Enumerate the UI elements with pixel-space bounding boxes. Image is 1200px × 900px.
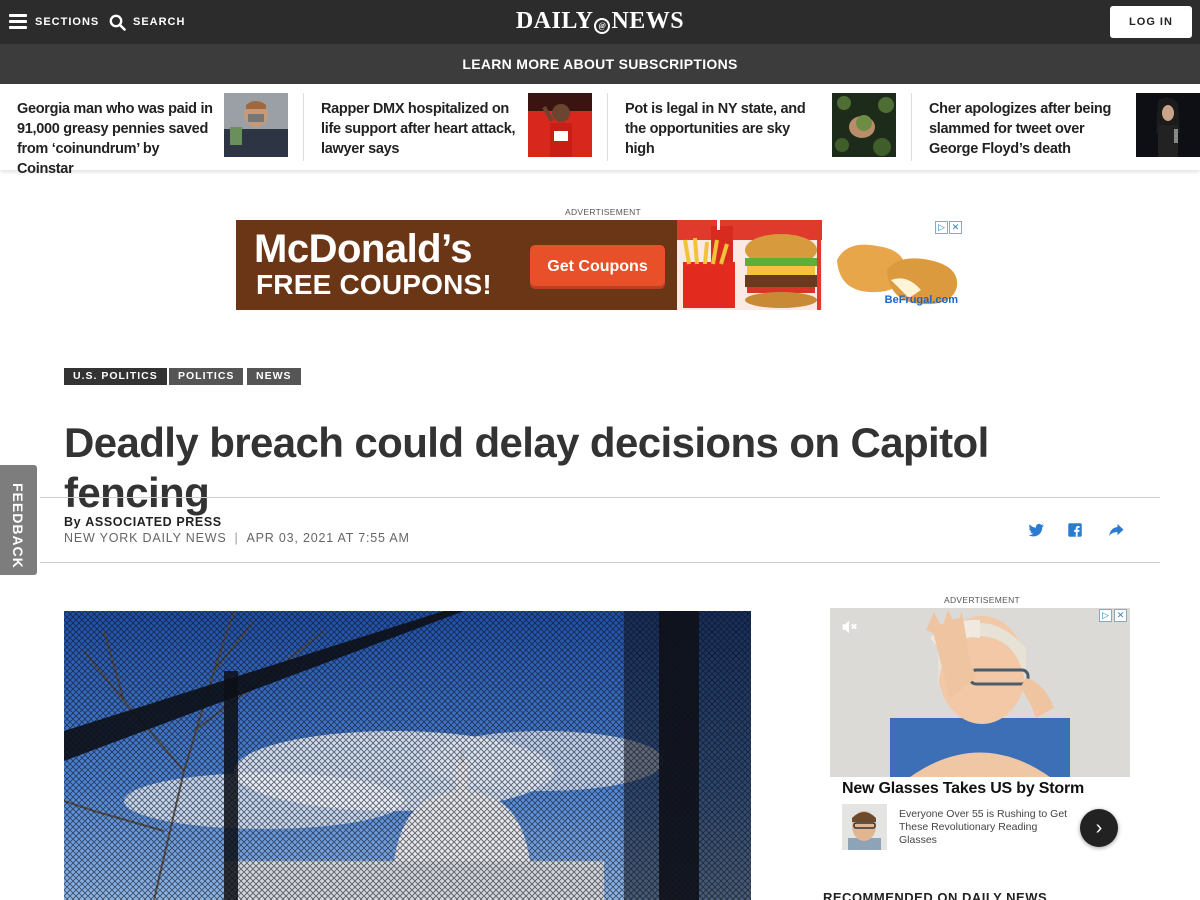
facebook-icon[interactable] [1066,521,1084,539]
trending-item-title[interactable]: Cher apologizes after being slammed for … [929,99,1125,159]
feedback-tab[interactable]: FEEDBACK [0,465,37,575]
article-hero-image[interactable] [64,611,751,900]
recommended-heading: RECOMMENDED ON DAILY NEWS [823,890,1048,900]
trending-item[interactable]: Cher apologizes after being slammed for … [929,93,1200,161]
side-ad-title[interactable]: New Glasses Takes US by Storm [842,780,1084,798]
trending-item[interactable]: Georgia man who was paid in 91,000 greas… [17,93,289,177]
site-logo[interactable]: DAILY @ NEWS [460,8,740,35]
side-ad-description[interactable]: Everyone Over 55 is Rushing to Get These… [899,808,1074,847]
trending-item-title[interactable]: Rapper DMX hospitalized on life support … [321,99,517,159]
article-headline: Deadly breach could delay decisions on C… [64,419,989,516]
byline-top-divider [40,497,1160,498]
trending-thumbnail[interactable] [1136,93,1200,157]
close-icon[interactable]: ✕ [949,221,962,234]
trending-thumbnail[interactable] [224,93,288,157]
side-ad-next-button[interactable]: › [1080,809,1118,847]
side-ad-thumbnail [842,804,887,850]
byline-bottom-divider [40,562,1160,563]
subscriptions-banner-link[interactable]: LEARN MORE ABOUT SUBSCRIPTIONS [0,44,1200,84]
trending-item[interactable]: Pot is legal in NY state, and the opport… [625,93,897,161]
byline: By ASSOCIATED PRESS [64,515,222,529]
author-link[interactable]: ASSOCIATED PRESS [85,515,221,529]
trending-thumbnail[interactable] [528,93,592,157]
tag-politics[interactable]: POLITICS [169,368,244,385]
side-ad-image [830,608,1130,777]
byline-prefix: By [64,515,82,529]
search-button[interactable]: SEARCH [133,16,185,28]
site-header: SECTIONS SEARCH DAILY @ NEWS LOG IN [0,0,1200,44]
banner-ad-text-panel: McDonald’s FREE COUPONS! Get Coupons [236,220,677,310]
trending-divider [607,93,608,161]
trending-strip: Georgia man who was paid in 91,000 greas… [0,84,1200,177]
adchoices-icon[interactable]: ▷ [1099,609,1112,622]
article-meta: NEW YORK DAILY NEWS | APR 03, 2021 AT 7:55… [64,531,410,545]
publish-timestamp: APR 03, 2021 AT 7:55 AM [246,531,410,545]
trending-divider [911,93,912,161]
banner-ad-headline: McDonald’s [254,227,473,271]
advertisement-label: ADVERTISEMENT [944,595,1021,605]
trending-item-title[interactable]: Pot is legal in NY state, and the opport… [625,99,821,159]
banner-ad-brand: BeFrugal.com [884,294,958,306]
meta-separator: | [234,531,239,545]
close-icon[interactable]: ✕ [1114,609,1127,622]
logo-emblem-icon: @ [594,18,611,34]
publication-name: NEW YORK DAILY NEWS [64,531,227,545]
logo-text-left: DAILY [515,8,594,34]
mute-icon[interactable] [840,618,858,636]
login-button[interactable]: LOG IN [1110,6,1192,38]
hamburger-icon[interactable] [9,14,27,29]
feedback-label: FEEDBACK [10,483,26,569]
trending-thumbnail[interactable] [832,93,896,157]
adchoices-icon[interactable]: ▷ [935,221,948,234]
tag-us-politics[interactable]: U.S. POLITICS [64,368,167,385]
twitter-icon[interactable] [1027,521,1045,539]
sections-button[interactable]: SECTIONS [35,16,99,28]
glasses-sidebar-ad[interactable]: New Glasses Takes US by Storm Everyone O… [830,608,1130,858]
advertisement-label: ADVERTISEMENT [565,207,642,217]
get-coupons-button[interactable]: Get Coupons [530,245,665,289]
trending-item[interactable]: Rapper DMX hospitalized on life support … [321,93,593,161]
share-arrow-icon[interactable] [1107,521,1125,539]
trending-divider [303,93,304,161]
tag-news[interactable]: NEWS [247,368,301,385]
banner-ad-subheadline: FREE COUPONS! [256,269,492,300]
search-icon[interactable] [109,14,126,31]
logo-text-right: NEWS [611,8,685,34]
mcdonalds-banner-ad[interactable]: McDonald’s FREE COUPONS! Get Coupons BeF… [236,220,964,310]
trending-item-title[interactable]: Georgia man who was paid in 91,000 greas… [17,99,213,179]
